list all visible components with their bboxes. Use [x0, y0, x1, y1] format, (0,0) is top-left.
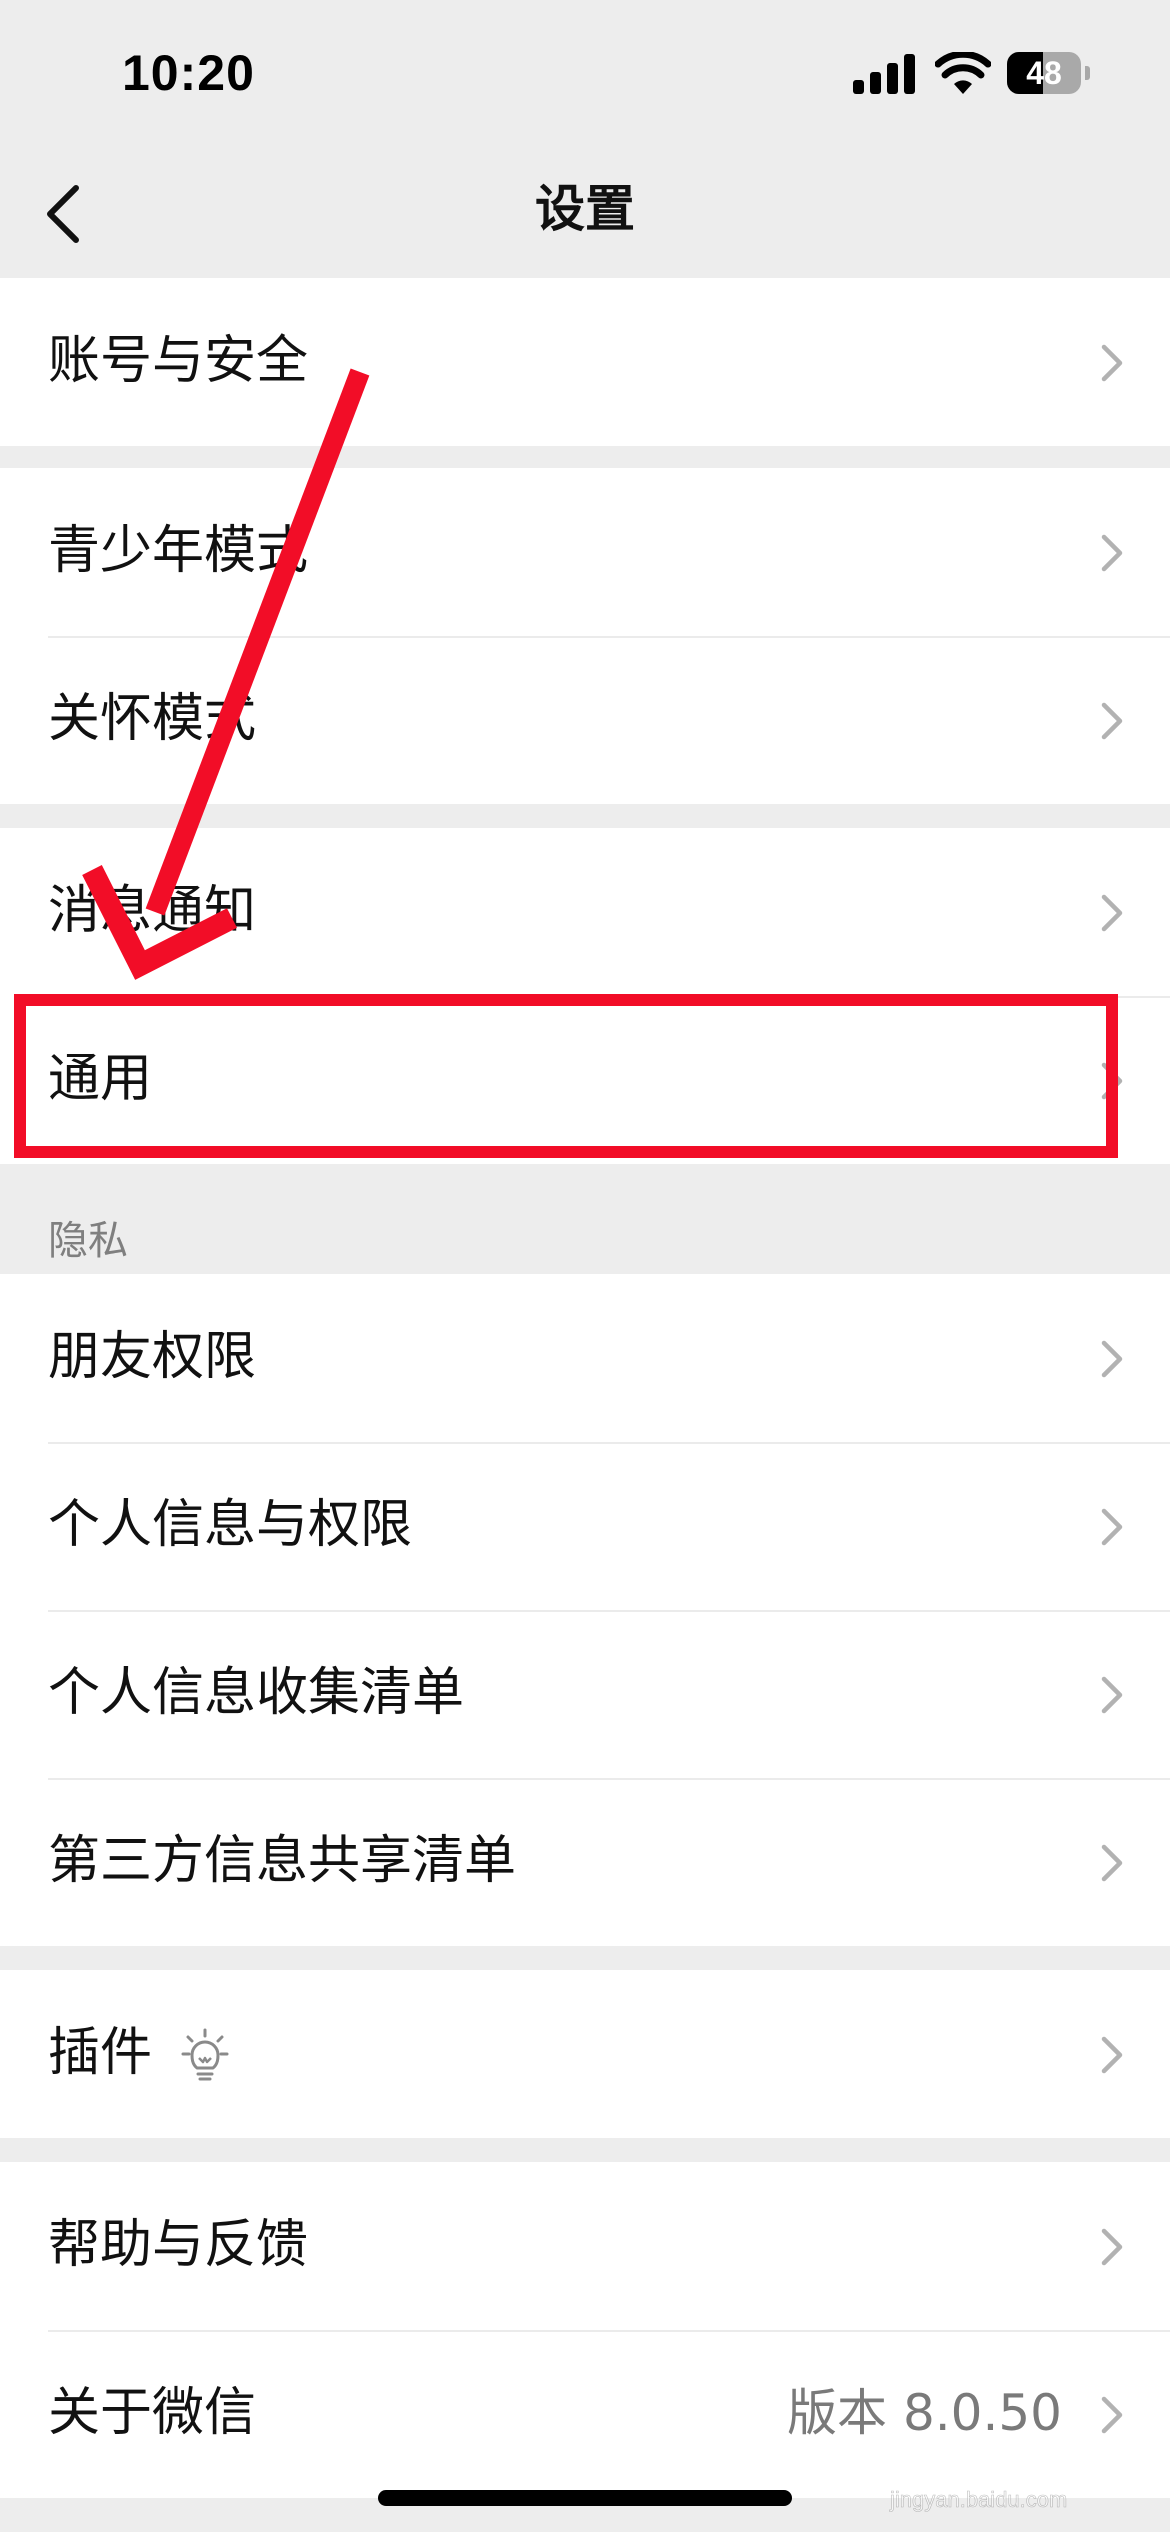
settings-row-label: 个人信息与权限 [48, 1495, 413, 1555]
settings-group-plugins: 插件 [0, 1970, 1170, 2138]
chevron-right-icon [1101, 1844, 1123, 1882]
settings-row-label: 关怀模式 [48, 689, 257, 749]
signal-icon [853, 54, 915, 94]
watermark-brand: Baidu经验 [884, 2431, 1104, 2483]
chevron-right-icon [1101, 1676, 1123, 1714]
annotation-highlight-box [14, 994, 1118, 1158]
nav-bar: 设置 [0, 150, 1170, 278]
chevron-right-icon [1101, 702, 1123, 740]
chevron-right-icon [1101, 534, 1123, 572]
settings-group-modes: 青少年模式 关怀模式 [0, 468, 1170, 804]
settings-row-label: 帮助与反馈 [48, 2215, 309, 2275]
settings-row-label: 关于微信 [48, 2383, 257, 2443]
settings-row-help-feedback[interactable]: 帮助与反馈 [0, 2162, 1170, 2330]
wifi-icon [935, 52, 991, 94]
chevron-right-icon [1101, 2228, 1123, 2266]
settings-row-teen-mode[interactable]: 青少年模式 [0, 468, 1170, 636]
status-bar: 10:20 48 [0, 0, 1170, 150]
settings-group-account: 账号与安全 [0, 278, 1170, 446]
status-time: 10:20 [122, 45, 255, 101]
settings-row-personal-info-collection[interactable]: 个人信息收集清单 [0, 1610, 1170, 1778]
settings-row-friend-permissions[interactable]: 朋友权限 [0, 1274, 1170, 1442]
battery-icon: 48 [1007, 52, 1091, 94]
settings-row-personal-info-permissions[interactable]: 个人信息与权限 [0, 1442, 1170, 1610]
section-header-privacy: 隐私 [48, 1218, 128, 1264]
settings-row-plugins[interactable]: 插件 [0, 1970, 1170, 2138]
lightbulb-icon [181, 2028, 229, 2081]
settings-row-label: 个人信息收集清单 [48, 1663, 465, 1723]
settings-group-privacy: 朋友权限 个人信息与权限 个人信息收集清单 第三方信息共享清单 [0, 1274, 1170, 1946]
page-title: 设置 [535, 180, 635, 238]
chevron-right-icon [1101, 344, 1123, 382]
chevron-right-icon [1101, 2036, 1123, 2074]
settings-row-label: 账号与安全 [48, 331, 309, 391]
chevron-right-icon [1101, 894, 1123, 932]
battery-level: 48 [1026, 55, 1062, 91]
settings-row-care-mode[interactable]: 关怀模式 [0, 636, 1170, 804]
settings-row-label: 青少年模式 [48, 521, 309, 581]
chevron-right-icon [1101, 1508, 1123, 1546]
settings-row-label: 朋友权限 [48, 1327, 257, 1387]
settings-row-label: 第三方信息共享清单 [48, 1831, 517, 1891]
chevron-right-icon [1101, 1340, 1123, 1378]
settings-row-label: 插件 [48, 2023, 153, 2083]
settings-row-notifications[interactable]: 消息通知 [0, 828, 1170, 996]
watermark-url: jingyan.baidu.com [889, 2487, 1067, 2512]
home-indicator[interactable] [378, 2490, 792, 2506]
baidu-jingyan-watermark: Baidu经验 jingyan.baidu.com [883, 2430, 1106, 2513]
settings-row-label: 消息通知 [48, 881, 257, 941]
settings-row-third-party-sharing[interactable]: 第三方信息共享清单 [0, 1778, 1170, 1946]
settings-row-account-security[interactable]: 账号与安全 [0, 278, 1170, 446]
